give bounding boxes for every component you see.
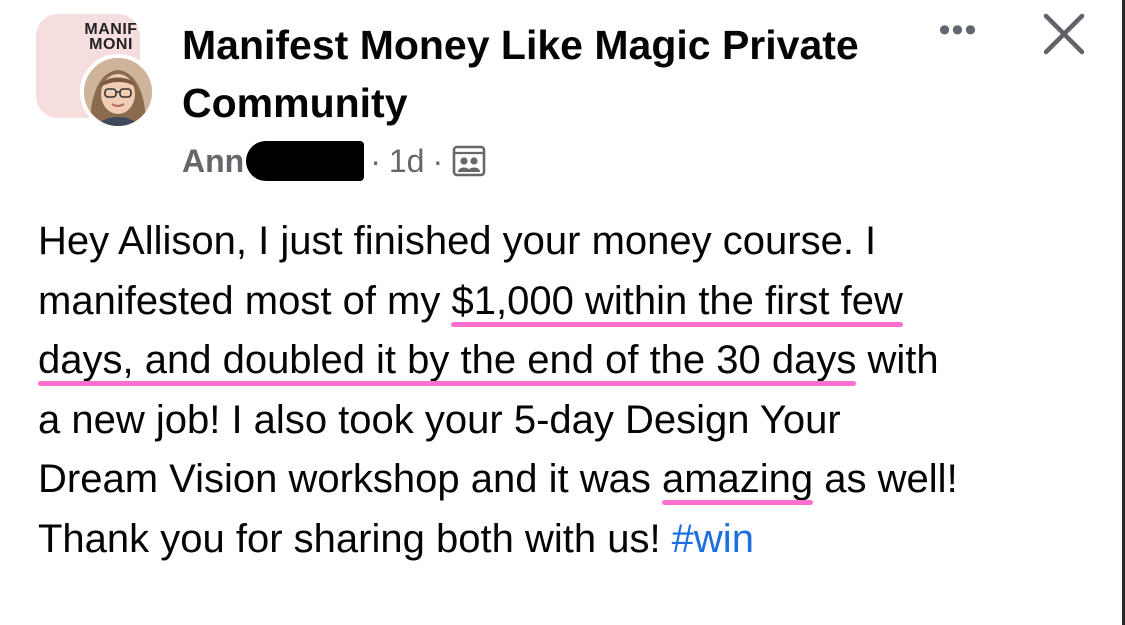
post-meta: Ann · 1d ·: [182, 138, 487, 184]
group-avatar-logo-text: MANIF MONI: [84, 21, 138, 53]
group-name[interactable]: Manifest Money Like Magic Private Commun…: [182, 16, 882, 132]
post-line-5: Dream Vision workshop and it was amazing…: [38, 457, 958, 501]
members-icon: [451, 143, 487, 179]
close-icon: [1043, 13, 1085, 55]
highlighted-phrase-2: days, and doubled it by the end of the 3…: [38, 338, 857, 382]
user-avatar[interactable]: [80, 54, 156, 130]
post-text: Hey Allison, I just finished your money …: [38, 212, 1108, 569]
ellipsis-icon: •••: [938, 11, 978, 49]
redaction-mark: [246, 141, 365, 181]
post-screen: MANIF MONI Manifest Money Like Magic Pri…: [0, 0, 1125, 625]
meta-separator: ·: [370, 142, 381, 179]
more-options-button[interactable]: •••: [928, 10, 988, 50]
timestamp[interactable]: 1d: [389, 143, 425, 180]
user-photo-icon: [84, 58, 152, 126]
author-name[interactable]: Ann: [182, 143, 244, 180]
post-line-6: Thank you for sharing both with us! #win: [38, 516, 754, 561]
hashtag-link[interactable]: #win: [672, 517, 754, 561]
close-button[interactable]: [1036, 6, 1092, 62]
post-line-1: Hey Allison, I just finished your money …: [38, 219, 877, 263]
post-line-3: days, and doubled it by the end of the 3…: [38, 338, 939, 382]
highlighted-word: amazing: [661, 457, 814, 501]
meta-separator-2: ·: [432, 142, 444, 179]
highlighted-phrase: $1,000 within the first few: [451, 278, 903, 323]
post-line-2: manifested most of my $1,000 within the …: [38, 278, 903, 323]
post-line-4: a new job! I also took your 5-day Design…: [38, 397, 841, 442]
